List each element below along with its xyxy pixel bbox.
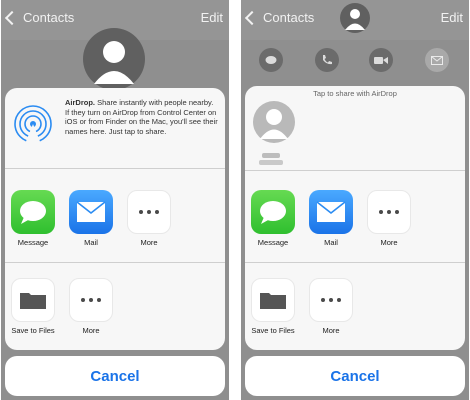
person-icon: [94, 41, 134, 84]
action-label: Save to Files: [251, 326, 295, 335]
airdrop-title: AirDrop.: [65, 98, 95, 107]
share-more-button[interactable]: More: [367, 190, 411, 247]
video-icon: [374, 57, 388, 64]
person-icon: [260, 109, 288, 139]
action-label: More: [82, 326, 100, 335]
mail-icon: [309, 190, 353, 234]
more-icon: [367, 190, 411, 234]
phone-icon: [323, 55, 332, 65]
share-app-label: Message: [17, 238, 49, 247]
more-icon: [127, 190, 171, 234]
contact-action-row: [241, 48, 469, 82]
save-to-files-button[interactable]: Save to Files: [11, 278, 55, 335]
device-avatar: [253, 101, 295, 143]
share-app-label: Mail: [324, 238, 338, 247]
message-action-button[interactable]: [259, 48, 283, 72]
action-more-button[interactable]: More: [69, 278, 113, 335]
back-to-contacts-button[interactable]: Contacts: [244, 10, 315, 25]
device-name-redacted: [259, 160, 283, 165]
back-label: Contacts: [263, 10, 315, 25]
share-message-button[interactable]: Message: [251, 190, 295, 247]
action-more-button[interactable]: More: [309, 278, 353, 335]
contact-avatar: [340, 3, 370, 33]
airdrop-icon: [14, 105, 52, 144]
back-label: Contacts: [23, 10, 75, 25]
edit-button[interactable]: Edit: [201, 10, 223, 25]
airdrop-device[interactable]: [252, 101, 302, 165]
share-app-label: Message: [257, 238, 289, 247]
action-label: More: [322, 326, 340, 335]
right-phone-screen: Contacts Edit Tap to share with AirDrop: [241, 0, 469, 400]
mail-icon: [431, 55, 443, 65]
share-app-label: More: [140, 238, 158, 247]
divider: [5, 168, 225, 169]
share-sheet: Tap to share with AirDrop Message Mail M…: [245, 86, 465, 350]
more-icon: [69, 278, 113, 322]
message-icon: [11, 190, 55, 234]
folder-icon: [11, 278, 55, 322]
person-icon: [345, 9, 365, 30]
divider: [245, 262, 465, 263]
share-mail-button[interactable]: Mail: [309, 190, 353, 247]
divider: [5, 262, 225, 263]
more-icon: [309, 278, 353, 322]
chevron-left-icon: [244, 10, 260, 25]
back-to-contacts-button[interactable]: Contacts: [4, 10, 75, 25]
action-label: Save to Files: [11, 326, 55, 335]
folder-icon: [251, 278, 295, 322]
share-sheet: AirDrop. Share instantly with people nea…: [5, 88, 225, 350]
share-message-button[interactable]: Message: [11, 190, 55, 247]
save-to-files-button[interactable]: Save to Files: [251, 278, 295, 335]
call-action-button[interactable]: [315, 48, 339, 72]
left-phone-screen: Contacts Edit AirDrop. Share instantly w…: [1, 0, 229, 400]
airdrop-tap-label: Tap to share with AirDrop: [313, 89, 397, 98]
divider: [245, 170, 465, 171]
device-name-redacted: [262, 153, 280, 158]
cancel-button[interactable]: Cancel: [5, 356, 225, 396]
mail-action-button[interactable]: [425, 48, 449, 72]
message-icon: [265, 56, 277, 64]
airdrop-description: AirDrop. Share instantly with people nea…: [65, 98, 219, 136]
share-mail-button[interactable]: Mail: [69, 190, 113, 247]
cancel-button[interactable]: Cancel: [245, 356, 465, 396]
share-app-label: More: [380, 238, 398, 247]
contact-avatar: [83, 28, 145, 90]
share-app-label: Mail: [84, 238, 98, 247]
edit-button[interactable]: Edit: [441, 10, 463, 25]
video-action-button[interactable]: [369, 48, 393, 72]
share-more-button[interactable]: More: [127, 190, 171, 247]
mail-icon: [69, 190, 113, 234]
chevron-left-icon: [4, 10, 20, 25]
message-icon: [251, 190, 295, 234]
